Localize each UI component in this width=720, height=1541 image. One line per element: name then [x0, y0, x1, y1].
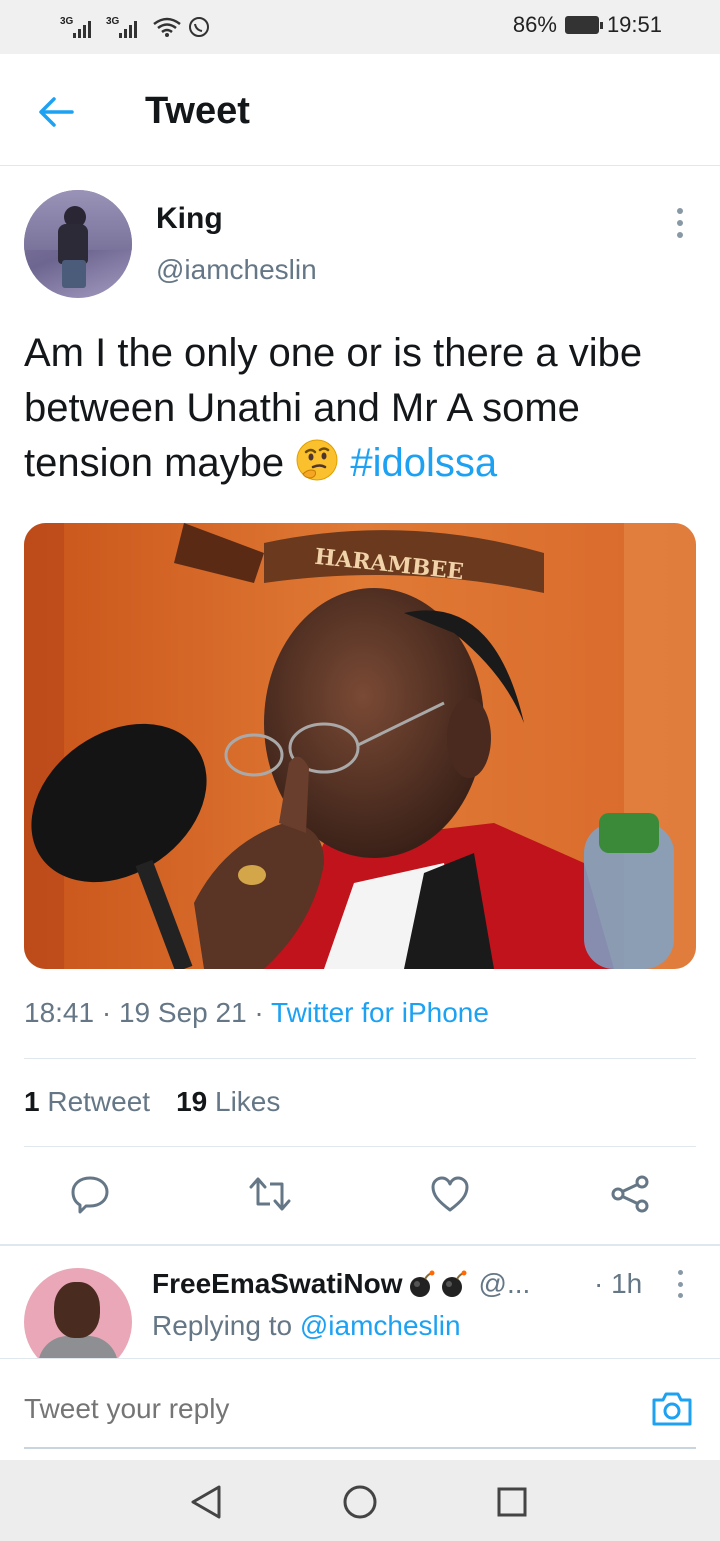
wifi-icon [153, 17, 181, 37]
tweet-stats: 1 Retweet 19 Likes [24, 1086, 280, 1118]
share-icon [611, 1175, 649, 1213]
input-underline [24, 1447, 696, 1449]
author-avatar[interactable] [24, 190, 132, 298]
reply-input[interactable] [24, 1393, 624, 1425]
thinking-face-emoji [296, 439, 338, 481]
more-icon[interactable] [672, 1270, 688, 1298]
divider [24, 1058, 696, 1059]
nav-home-button[interactable] [338, 1480, 382, 1524]
reply-author-name: FreeEmaSwatiNow [152, 1268, 403, 1299]
status-bar: 3G 3G 86% 19:51 [0, 0, 720, 54]
clock: 19:51 [606, 12, 662, 37]
nav-back-button[interactable] [184, 1480, 228, 1524]
like-icon [431, 1176, 469, 1212]
compose-bar [0, 1358, 720, 1458]
tweet-text: Am I the only one or is there a vibe bet… [24, 326, 704, 491]
retweet-stat[interactable]: 1 Retweet [24, 1086, 150, 1118]
reply-icon [71, 1176, 109, 1214]
like-button[interactable] [426, 1170, 474, 1218]
author-handle[interactable]: @iamcheslin [156, 254, 317, 286]
nav-home-icon [343, 1485, 377, 1519]
signal-icon: 3G [60, 14, 100, 40]
page-title: Tweet [145, 90, 250, 132]
battery-percent: 86% [512, 12, 557, 37]
retweet-button[interactable] [246, 1170, 294, 1218]
battery-icon [564, 16, 603, 34]
section-separator [0, 1244, 720, 1246]
retweet-icon [249, 1177, 291, 1211]
share-button[interactable] [606, 1170, 654, 1218]
divider [24, 1146, 696, 1147]
back-button[interactable] [30, 86, 82, 138]
system-nav-bar [0, 1460, 720, 1541]
nav-back-icon [191, 1485, 221, 1519]
reply-handle: @... [478, 1268, 531, 1299]
reply-author[interactable]: FreeEmaSwatiNow @... [152, 1268, 530, 1300]
hashtag-link[interactable]: #idolssa [350, 441, 497, 485]
reply-time: · 1h [594, 1268, 643, 1299]
author-name[interactable]: King [156, 202, 223, 236]
more-icon[interactable] [668, 206, 692, 240]
tweet-time: 18:41 [24, 997, 95, 1028]
nav-recents-icon [497, 1487, 527, 1517]
top-header: Tweet [0, 54, 720, 166]
signal-icon-2: 3G [106, 14, 146, 40]
camera-icon [652, 1392, 692, 1426]
tweet-image[interactable]: HARAMBEE [24, 523, 696, 969]
reply-button[interactable] [66, 1170, 114, 1218]
tweet-source[interactable]: Twitter for iPhone [271, 997, 489, 1028]
nav-recents-button[interactable] [490, 1480, 534, 1524]
like-stat[interactable]: 19 Likes [176, 1086, 280, 1118]
tweet-meta: 18:41 · 19 Sep 21 · Twitter for iPhone [24, 997, 489, 1028]
bomb-emoji [409, 1270, 435, 1297]
camera-button[interactable] [650, 1387, 694, 1431]
back-arrow-icon [39, 97, 74, 127]
action-bar [0, 1170, 720, 1222]
replying-to-handle[interactable]: @iamcheslin [300, 1310, 461, 1341]
whatsapp-icon [189, 17, 209, 37]
tweet-date: 19 Sep 21 [118, 997, 247, 1028]
bomb-emoji [441, 1270, 467, 1297]
replying-to: Replying to @iamcheslin [152, 1310, 461, 1341]
